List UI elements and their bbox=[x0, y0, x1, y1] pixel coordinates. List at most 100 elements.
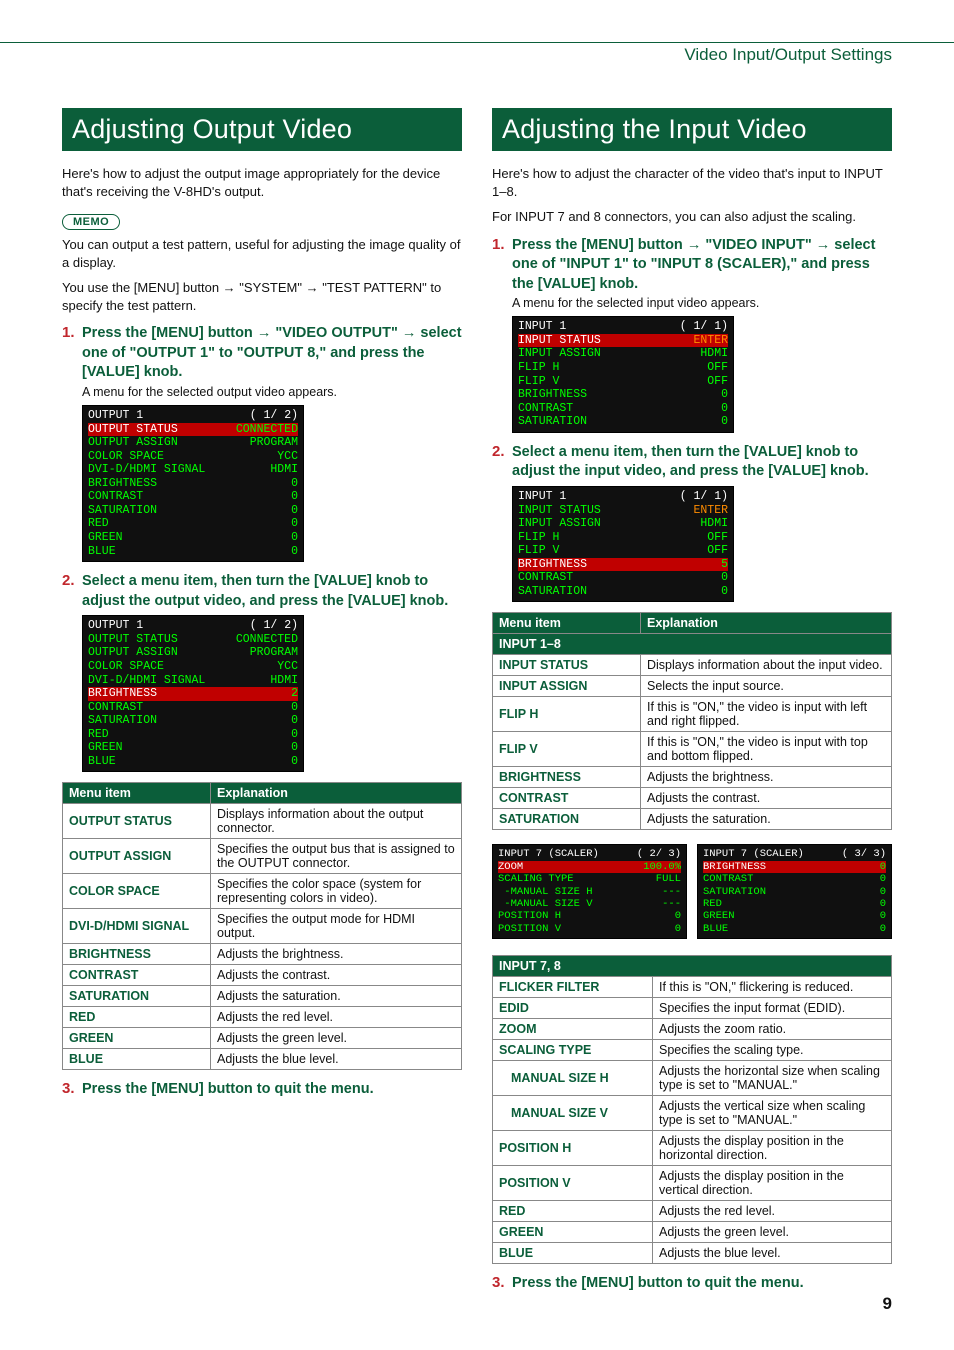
right-step-3: 3. Press the [MENU] button to quit the m… bbox=[492, 1274, 892, 1294]
explanation-cell: Adjusts the saturation. bbox=[211, 986, 462, 1007]
memo-badge: MEMO bbox=[62, 214, 120, 230]
input-table-1: Menu item Explanation INPUT 1–8 INPUT ST… bbox=[492, 612, 892, 830]
explanation-cell: Specifies the scaling type. bbox=[653, 1040, 892, 1061]
memo-p1: You can output a test pattern, useful fo… bbox=[62, 236, 462, 271]
arrow-icon: → bbox=[816, 237, 831, 253]
table-row: DVI-D/HDMI SIGNALSpecifies the output mo… bbox=[63, 909, 462, 944]
intro-output: Here's how to adjust the output image ap… bbox=[62, 165, 462, 200]
explanation-cell: Specifies the output bus that is assigne… bbox=[211, 839, 462, 874]
menu-item-cell: FLIP H bbox=[493, 697, 641, 732]
explanation-cell: Adjusts the blue level. bbox=[653, 1243, 892, 1264]
table-row: ZOOMAdjusts the zoom ratio. bbox=[493, 1019, 892, 1040]
explanation-cell: If this is "ON," flickering is reduced. bbox=[653, 977, 892, 998]
table-row: BLUEAdjusts the blue level. bbox=[63, 1049, 462, 1070]
explanation-cell: Adjusts the display position in the hori… bbox=[653, 1131, 892, 1166]
table-row: POSITION VAdjusts the display position i… bbox=[493, 1166, 892, 1201]
heading-input: Adjusting the Input Video bbox=[492, 108, 892, 151]
heading-output: Adjusting Output Video bbox=[62, 108, 462, 151]
input-7-8-category: INPUT 7, 8 bbox=[493, 956, 892, 977]
osd-scaler-row: INPUT 7 (SCALER)( 2/ 3) ZOOM100.0% SCALI… bbox=[492, 840, 892, 949]
explanation-cell: Adjusts the red level. bbox=[211, 1007, 462, 1028]
table-row: CONTRASTAdjusts the contrast. bbox=[63, 965, 462, 986]
explanation-cell: Adjusts the horizontal size when scaling… bbox=[653, 1061, 892, 1096]
table-row: MANUAL SIZE VAdjusts the vertical size w… bbox=[493, 1096, 892, 1131]
explanation-cell: Adjusts the contrast. bbox=[641, 788, 892, 809]
output-table: Menu item Explanation OUTPUT STATUSDispl… bbox=[62, 782, 462, 1070]
col-explanation: Explanation bbox=[641, 613, 892, 634]
table-row: REDAdjusts the red level. bbox=[63, 1007, 462, 1028]
explanation-cell: Adjusts the brightness. bbox=[641, 767, 892, 788]
table-row: FLIP HIf this is "ON," the video is inpu… bbox=[493, 697, 892, 732]
arrow-icon: → bbox=[306, 280, 319, 295]
col-explanation: Explanation bbox=[211, 783, 462, 804]
input-1-8-category: INPUT 1–8 bbox=[493, 634, 892, 655]
osd-output-1: OUTPUT 1( 1/ 2) OUTPUT STATUSCONNECTED O… bbox=[82, 405, 304, 562]
memo-p2: You use the [MENU] button → "SYSTEM" → "… bbox=[62, 279, 462, 314]
menu-item-cell: MANUAL SIZE V bbox=[493, 1096, 653, 1131]
menu-item-cell: GREEN bbox=[63, 1028, 211, 1049]
left-step-2: 2. Select a menu item, then turn the [VA… bbox=[62, 572, 462, 611]
arrow-icon: → bbox=[402, 325, 417, 341]
menu-item-cell: BRIGHTNESS bbox=[493, 767, 641, 788]
table-row: FLICKER FILTERIf this is "ON," flickerin… bbox=[493, 977, 892, 998]
osd-output-2: OUTPUT 1( 1/ 2) OUTPUT STATUSCONNECTED O… bbox=[82, 615, 304, 772]
menu-item-cell: RED bbox=[493, 1201, 653, 1222]
explanation-cell: Specifies the input format (EDID). bbox=[653, 998, 892, 1019]
menu-item-cell: FLICKER FILTER bbox=[493, 977, 653, 998]
menu-item-cell: POSITION V bbox=[493, 1166, 653, 1201]
menu-item-cell: CONTRAST bbox=[493, 788, 641, 809]
menu-item-cell: CONTRAST bbox=[63, 965, 211, 986]
menu-item-cell: GREEN bbox=[493, 1222, 653, 1243]
table-row: REDAdjusts the red level. bbox=[493, 1201, 892, 1222]
table-row: CONTRASTAdjusts the contrast. bbox=[493, 788, 892, 809]
explanation-cell: Adjusts the display position in the vert… bbox=[653, 1166, 892, 1201]
menu-item-cell: BLUE bbox=[493, 1243, 653, 1264]
arrow-icon: → bbox=[687, 237, 702, 253]
table-row: OUTPUT STATUSDisplays information about … bbox=[63, 804, 462, 839]
col-menu-item: Menu item bbox=[493, 613, 641, 634]
osd-scaler-b: INPUT 7 (SCALER)( 3/ 3) BRIGHTNESS0 CONT… bbox=[697, 844, 892, 939]
menu-item-cell: DVI-D/HDMI SIGNAL bbox=[63, 909, 211, 944]
explanation-cell: Adjusts the zoom ratio. bbox=[653, 1019, 892, 1040]
intro-input-2: For INPUT 7 and 8 connectors, you can al… bbox=[492, 208, 892, 226]
table-row: INPUT ASSIGNSelects the input source. bbox=[493, 676, 892, 697]
table-row: SATURATIONAdjusts the saturation. bbox=[63, 986, 462, 1007]
explanation-cell: Adjusts the green level. bbox=[653, 1222, 892, 1243]
table-row: FLIP VIf this is "ON," the video is inpu… bbox=[493, 732, 892, 767]
table-row: OUTPUT ASSIGNSpecifies the output bus th… bbox=[63, 839, 462, 874]
menu-item-cell: RED bbox=[63, 1007, 211, 1028]
table-row: SATURATIONAdjusts the saturation. bbox=[493, 809, 892, 830]
explanation-cell: Adjusts the vertical size when scaling t… bbox=[653, 1096, 892, 1131]
explanation-cell: Adjusts the blue level. bbox=[211, 1049, 462, 1070]
section-title: Video Input/Output Settings bbox=[684, 43, 954, 65]
menu-item-cell: SATURATION bbox=[63, 986, 211, 1007]
menu-item-cell: EDID bbox=[493, 998, 653, 1019]
menu-item-cell: ZOOM bbox=[493, 1019, 653, 1040]
osd-input-1: INPUT 1( 1/ 1) INPUT STATUSENTER INPUT A… bbox=[512, 316, 734, 433]
menu-item-cell: INPUT ASSIGN bbox=[493, 676, 641, 697]
intro-input-1: Here's how to adjust the character of th… bbox=[492, 165, 892, 200]
arrow-icon: → bbox=[257, 325, 272, 341]
explanation-cell: If this is "ON," the video is input with… bbox=[641, 732, 892, 767]
explanation-cell: Specifies the output mode for HDMI outpu… bbox=[211, 909, 462, 944]
menu-item-cell: BLUE bbox=[63, 1049, 211, 1070]
table-row: BRIGHTNESSAdjusts the brightness. bbox=[493, 767, 892, 788]
input-table-2: INPUT 7, 8 FLICKER FILTERIf this is "ON,… bbox=[492, 955, 892, 1264]
table-row: BRIGHTNESSAdjusts the brightness. bbox=[63, 944, 462, 965]
right-step1-sub: A menu for the selected input video appe… bbox=[512, 296, 892, 310]
right-column: Adjusting the Input Video Here's how to … bbox=[492, 108, 892, 1296]
table-row: MANUAL SIZE HAdjusts the horizontal size… bbox=[493, 1061, 892, 1096]
menu-item-cell: OUTPUT ASSIGN bbox=[63, 839, 211, 874]
input-table-2-body: FLICKER FILTERIf this is "ON," flickerin… bbox=[493, 977, 892, 1264]
menu-item-cell: INPUT STATUS bbox=[493, 655, 641, 676]
output-table-body: OUTPUT STATUSDisplays information about … bbox=[63, 804, 462, 1070]
explanation-cell: Adjusts the contrast. bbox=[211, 965, 462, 986]
right-step-2: 2. Select a menu item, then turn the [VA… bbox=[492, 443, 892, 482]
left-step-1: 1. Press the [MENU] button → "VIDEO OUTP… bbox=[62, 324, 462, 383]
menu-item-cell: COLOR SPACE bbox=[63, 874, 211, 909]
table-row: EDIDSpecifies the input format (EDID). bbox=[493, 998, 892, 1019]
right-step-1: 1. Press the [MENU] button → "VIDEO INPU… bbox=[492, 236, 892, 295]
explanation-cell: Adjusts the green level. bbox=[211, 1028, 462, 1049]
col-menu-item: Menu item bbox=[63, 783, 211, 804]
explanation-cell: Specifies the color space (system for re… bbox=[211, 874, 462, 909]
